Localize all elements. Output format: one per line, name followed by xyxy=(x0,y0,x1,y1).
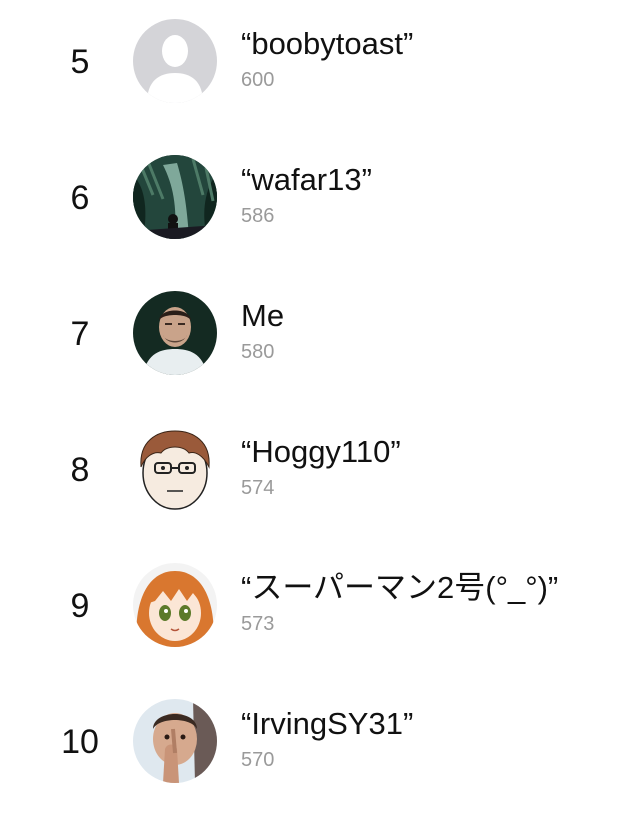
rank-number: 7 xyxy=(70,315,90,353)
player-score: 580 xyxy=(241,341,275,363)
glasses-cartoon-avatar xyxy=(133,427,217,511)
anime-girl-avatar xyxy=(133,563,217,647)
man-hand-photo-avatar xyxy=(133,699,217,783)
leaderboard-row[interactable]: 10 “IrvingSY31” 570 xyxy=(0,680,634,816)
player-score: 573 xyxy=(241,613,275,635)
player-name: “boobytoast” xyxy=(241,26,414,61)
leaderboard-row[interactable]: 5 “boobytoast” 600 xyxy=(0,0,634,136)
player-score: 586 xyxy=(241,205,275,227)
player-name: “スーパーマン2号(°_°)” xyxy=(241,570,559,605)
player-name: Me xyxy=(241,298,285,333)
rank-number: 5 xyxy=(70,43,90,81)
player-score: 574 xyxy=(241,477,275,499)
leaderboard-list: 5 “boobytoast” 600 6 “wafar13” 586 7 Me … xyxy=(0,0,634,803)
player-name: “IrvingSY31” xyxy=(241,706,414,741)
leaderboard-row[interactable]: 6 “wafar13” 586 xyxy=(0,136,634,272)
leaderboard-row[interactable]: 9 “スーパーマン2号(°_°)” 573 xyxy=(0,544,634,680)
rank-number: 10 xyxy=(61,723,99,761)
player-score: 570 xyxy=(241,749,275,771)
leaderboard-row[interactable]: 8 “Hoggy110” 574 xyxy=(0,408,634,544)
forest-photo-avatar xyxy=(133,155,217,239)
rank-number: 6 xyxy=(70,179,90,217)
player-name: “wafar13” xyxy=(241,162,372,197)
man-photo-avatar xyxy=(133,291,217,375)
player-name: “Hoggy110” xyxy=(241,434,401,469)
leaderboard-row[interactable]: 7 Me 580 xyxy=(0,272,634,408)
rank-number: 8 xyxy=(70,451,90,489)
rank-number: 9 xyxy=(70,587,90,625)
default-silhouette-icon xyxy=(133,19,217,103)
player-score: 600 xyxy=(241,69,275,91)
